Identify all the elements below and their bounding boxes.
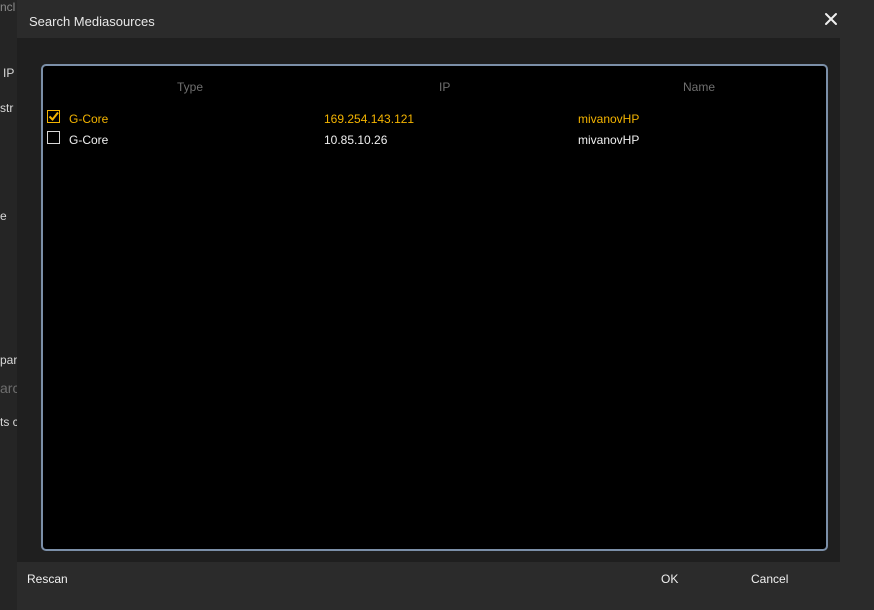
row-ip: 10.85.10.26 [324,133,388,147]
column-header-name[interactable]: Name [683,80,715,94]
close-icon[interactable] [822,10,840,28]
row-name: mivanovHP [578,133,640,147]
background-text-fragment: IP [3,66,15,80]
column-header-type[interactable]: Type [177,80,203,94]
mediasource-list[interactable]: Type IP Name G-Core 169.254.143.121 miva… [41,64,828,551]
row-checkbox[interactable] [47,131,60,144]
rescan-button[interactable]: Rescan [27,572,68,586]
table-row[interactable]: G-Core 10.85.10.26 mivanovHP [43,131,826,151]
search-mediasources-dialog: Search Mediasources Type IP Name G-Core … [17,0,874,610]
row-checkbox[interactable] [47,110,60,123]
table-row[interactable]: G-Core 169.254.143.121 mivanovHP [43,110,826,130]
column-header-ip[interactable]: IP [439,80,450,94]
row-ip: 169.254.143.121 [324,112,415,126]
cancel-button[interactable]: Cancel [751,572,788,586]
dialog-title: Search Mediasources [29,14,155,29]
background-text-fragment: e [0,209,7,223]
ok-button[interactable]: OK [661,572,678,586]
background-text-fragment: ncl [0,0,16,14]
dialog-content: Type IP Name G-Core 169.254.143.121 miva… [17,38,840,562]
row-type: G-Core [69,112,109,126]
row-type: G-Core [69,133,109,147]
check-icon [48,111,59,122]
background-text-fragment: ts c [0,415,19,429]
background-text-fragment: str [0,101,14,115]
background-text-fragment: par [0,353,18,367]
row-name: mivanovHP [578,112,640,126]
